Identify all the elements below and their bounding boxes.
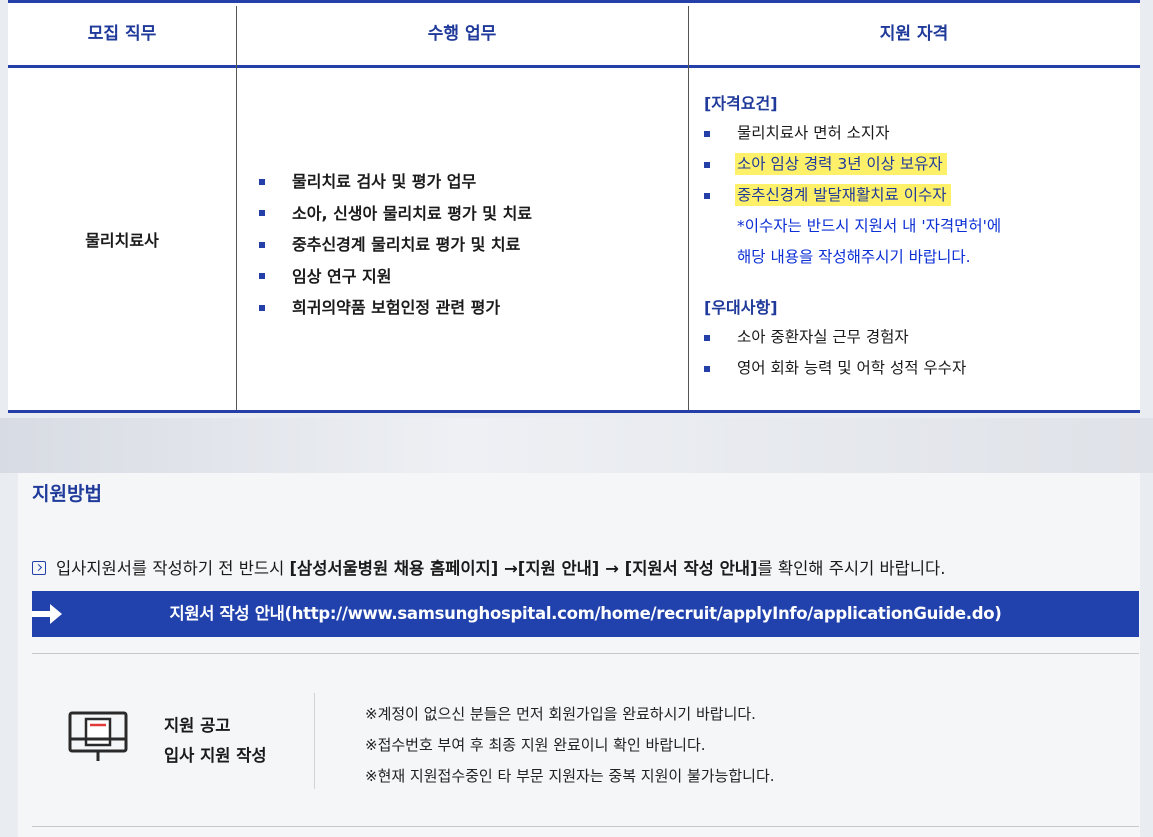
qualification-note: *이수자는 반드시 지원서 내 '자격면허'에 xyxy=(737,217,1002,235)
job-title: 물리치료사 xyxy=(85,231,159,250)
note-line: ※현재 지원접수중인 타 부문 지원자는 중복 지원이 불가능합니다. xyxy=(365,767,775,785)
apply-section: 지원방법 입사지원서를 작성하기 전 반드시 [삼성서울병원 채용 홈페이지] … xyxy=(18,473,1140,837)
note-line: ※계정이 없으신 분들은 먼저 회원가입을 완료하시기 바랍니다. xyxy=(365,705,756,723)
list-item: 소아 임상 경력 3년 이상 보유자 xyxy=(704,149,1001,180)
qualifications-title: [자격요건] xyxy=(704,94,778,113)
vertical-separator xyxy=(314,693,315,789)
apply-notes: ※계정이 없으신 분들은 먼저 회원가입을 완료하시기 바랍니다. ※접수번호 … xyxy=(365,699,775,792)
guide-label: 지원서 작성 안내(http://www.samsunghospital.com… xyxy=(169,604,1002,623)
list-item: 소아, 신생아 물리치료 평가 및 치료 xyxy=(259,198,532,230)
divider xyxy=(32,826,1139,827)
preferences-title: [우대사항] xyxy=(704,298,778,317)
list-item: 영어 회화 능력 및 어학 성적 우수자 xyxy=(704,353,1001,384)
note-line: ※접수번호 부여 후 최종 지원 완료이니 확인 바랍니다. xyxy=(365,736,706,754)
homepage-path: [삼성서울병원 채용 홈페이지] →[지원 안내] → [지원서 작성 안내] xyxy=(289,559,758,578)
table-header: 모집 직무 수행 업무 지원 자격 xyxy=(8,3,1140,68)
list-item: 물리치료 검사 및 평가 업무 xyxy=(259,166,532,198)
highlighted-qualification: 중추신경계 발달재활치료 이수자 xyxy=(735,184,951,206)
apply-description: 입사지원서를 작성하기 전 반드시 [삼성서울병원 채용 홈페이지] →[지원 … xyxy=(32,555,945,579)
highlighted-qualification: 소아 임상 경력 3년 이상 보유자 xyxy=(735,153,947,175)
list-item: 물리치료사 면허 소지자 xyxy=(704,118,1001,149)
step-label: 지원 공고 입사 지원 작성 xyxy=(164,716,267,765)
qualifications-cell: [자격요건] 물리치료사 면허 소지자 소아 임상 경력 3년 이상 보유자 중… xyxy=(704,90,1001,384)
list-item: 중추신경계 물리치료 평가 및 치료 xyxy=(259,229,532,261)
qualification-text: 물리치료사 면허 소지자 xyxy=(737,124,890,142)
list-item: 임상 연구 지원 xyxy=(259,261,532,293)
list-item: 중추신경계 발달재활치료 이수자 xyxy=(704,180,1001,211)
list-item: 소아 중환자실 근무 경험자 xyxy=(704,322,1001,353)
qualification-note: 해당 내용을 작성해주시기 바랍니다. xyxy=(737,248,971,266)
table-body: 물리치료사 물리치료 검사 및 평가 업무 소아, 신생아 물리치료 평가 및 … xyxy=(8,68,1140,410)
monitor-icon xyxy=(68,711,128,761)
section-title: 지원방법 xyxy=(32,483,102,505)
qualifications-list: 물리치료사 면허 소지자 소아 임상 경력 3년 이상 보유자 중추신경계 발달… xyxy=(704,118,1001,211)
application-guide-link[interactable]: 지원서 작성 안내(http://www.samsunghospital.com… xyxy=(32,591,1139,637)
list-item: 희귀의약품 보험인정 관련 평가 xyxy=(259,292,532,324)
header-job: 모집 직무 xyxy=(87,24,157,44)
divider xyxy=(32,653,1139,654)
duties-list: 물리치료 검사 및 평가 업무 소아, 신생아 물리치료 평가 및 치료 중추신… xyxy=(259,166,532,324)
background-band xyxy=(0,418,1153,473)
header-qualifications: 지원 자격 xyxy=(879,24,949,44)
recruitment-table: 모집 직무 수행 업무 지원 자격 물리치료사 물리치료 검사 및 평가 업무 … xyxy=(8,0,1140,413)
chevron-box-icon xyxy=(32,561,46,575)
header-duties: 수행 업무 xyxy=(427,24,497,44)
preferences-list: 소아 중환자실 근무 경험자 영어 회화 능력 및 어학 성적 우수자 xyxy=(704,322,1001,384)
